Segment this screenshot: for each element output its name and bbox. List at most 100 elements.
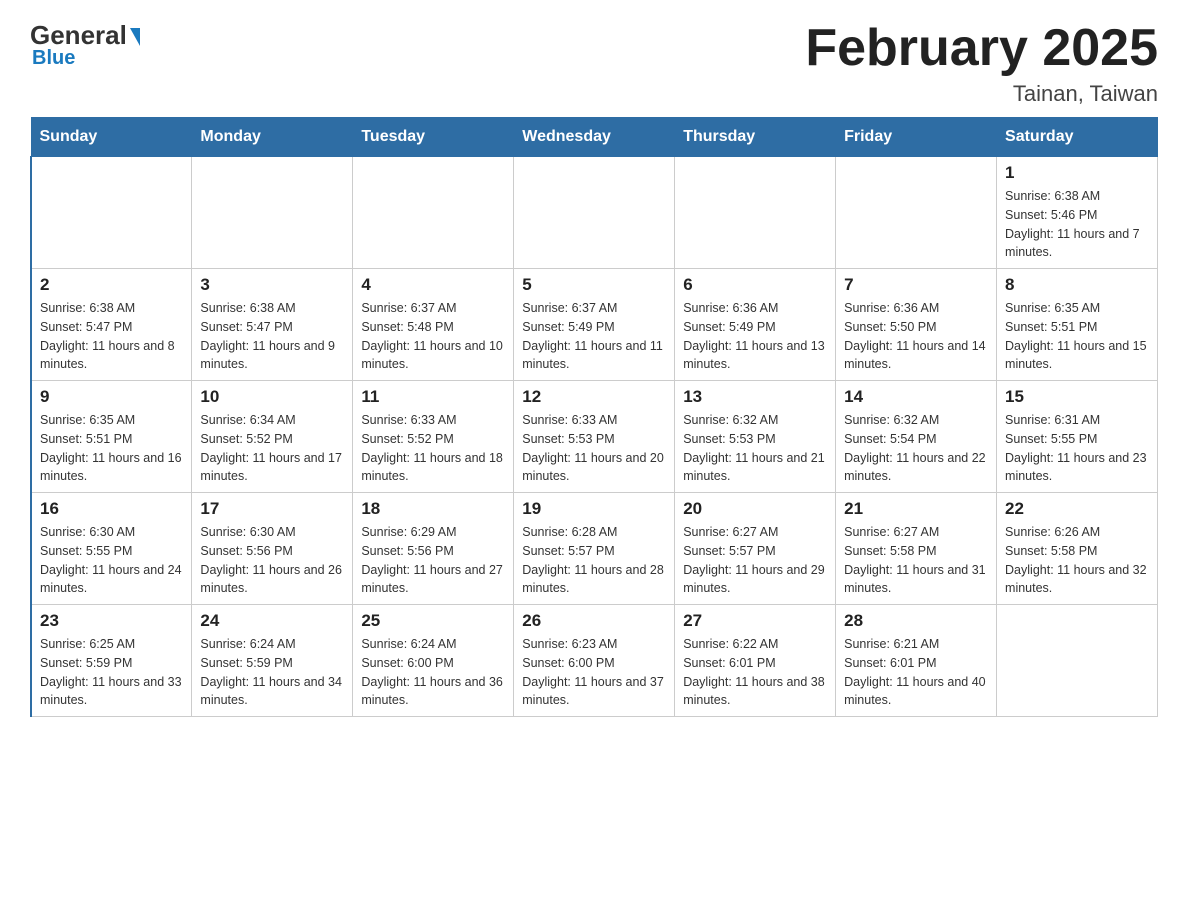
day-info: Sunrise: 6:34 AMSunset: 5:52 PMDaylight:…: [200, 411, 344, 486]
logo: General Blue: [30, 20, 140, 70]
day-info: Sunrise: 6:22 AMSunset: 6:01 PMDaylight:…: [683, 635, 827, 710]
calendar-day-cell: [997, 605, 1158, 717]
calendar-day-cell: 8Sunrise: 6:35 AMSunset: 5:51 PMDaylight…: [997, 269, 1158, 381]
main-title: February 2025: [805, 20, 1158, 77]
page-header: General Blue February 2025 Tainan, Taiwa…: [30, 20, 1158, 107]
calendar-header-row: SundayMondayTuesdayWednesdayThursdayFrid…: [31, 118, 1158, 157]
day-number: 8: [1005, 275, 1149, 295]
calendar-week-row: 1 Sunrise: 6:38 AMSunset: 5:46 PMDaylight…: [31, 157, 1158, 269]
calendar-day-header: Friday: [836, 118, 997, 157]
calendar-day-cell: 3 Sunrise: 6:38 AMSunset: 5:47 PMDaylight…: [192, 269, 353, 381]
day-info: Sunrise: 6:33 AMSunset: 5:53 PMDaylight:…: [522, 411, 666, 486]
day-info: Sunrise: 6:32 AMSunset: 5:54 PMDaylight:…: [844, 411, 988, 486]
calendar-day-cell: 20 Sunrise: 6:27 AMSunset: 5:57 PMDayligh…: [675, 493, 836, 605]
calendar-day-cell: 23 Sunrise: 6:25 AMSunset: 5:59 PMDayligh…: [31, 605, 192, 717]
calendar-day-cell: 1 Sunrise: 6:38 AMSunset: 5:46 PMDaylight…: [997, 157, 1158, 269]
logo-blue-text: Blue: [32, 47, 75, 70]
day-info: Sunrise: 6:38 AMSunset: 5:47 PMDaylight:…: [40, 299, 183, 374]
calendar-day-cell: 24 Sunrise: 6:24 AMSunset: 5:59 PMDayligh…: [192, 605, 353, 717]
day-info: Sunrise: 6:27 AMSunset: 5:57 PMDaylight:…: [683, 523, 827, 598]
calendar-day-cell: 21 Sunrise: 6:27 AMSunset: 5:58 PMDayligh…: [836, 493, 997, 605]
day-info: Sunrise: 6:32 AMSunset: 5:53 PMDaylight:…: [683, 411, 827, 486]
day-info: Sunrise: 6:37 AMSunset: 5:49 PMDaylight:…: [522, 299, 666, 374]
calendar-day-cell: 27 Sunrise: 6:22 AMSunset: 6:01 PMDayligh…: [675, 605, 836, 717]
calendar-day-header: Tuesday: [353, 118, 514, 157]
day-info: Sunrise: 6:38 AMSunset: 5:46 PMDaylight:…: [1005, 187, 1149, 262]
day-number: 12: [522, 387, 666, 407]
calendar-week-row: 9 Sunrise: 6:35 AMSunset: 5:51 PMDaylight…: [31, 381, 1158, 493]
day-info: Sunrise: 6:26 AMSunset: 5:58 PMDaylight:…: [1005, 523, 1149, 598]
calendar-day-header: Wednesday: [514, 118, 675, 157]
calendar-day-cell: 22 Sunrise: 6:26 AMSunset: 5:58 PMDayligh…: [997, 493, 1158, 605]
calendar-day-cell: [31, 157, 192, 269]
day-info: Sunrise: 6:30 AMSunset: 5:56 PMDaylight:…: [200, 523, 344, 598]
day-info: Sunrise: 6:37 AMSunset: 5:48 PMDaylight:…: [361, 299, 505, 374]
day-number: 11: [361, 387, 505, 407]
calendar-day-cell: 11 Sunrise: 6:33 AMSunset: 5:52 PMDayligh…: [353, 381, 514, 493]
day-number: 21: [844, 499, 988, 519]
day-info: Sunrise: 6:38 AMSunset: 5:47 PMDaylight:…: [200, 299, 344, 374]
day-info: Sunrise: 6:28 AMSunset: 5:57 PMDaylight:…: [522, 523, 666, 598]
day-info: Sunrise: 6:23 AMSunset: 6:00 PMDaylight:…: [522, 635, 666, 710]
calendar-day-cell: 16 Sunrise: 6:30 AMSunset: 5:55 PMDayligh…: [31, 493, 192, 605]
day-number: 24: [200, 611, 344, 631]
calendar-day-cell: 12 Sunrise: 6:33 AMSunset: 5:53 PMDayligh…: [514, 381, 675, 493]
calendar-day-cell: 6Sunrise: 6:36 AMSunset: 5:49 PMDaylight…: [675, 269, 836, 381]
day-info: Sunrise: 6:21 AMSunset: 6:01 PMDaylight:…: [844, 635, 988, 710]
calendar-day-cell: 26 Sunrise: 6:23 AMSunset: 6:00 PMDayligh…: [514, 605, 675, 717]
day-info: Sunrise: 6:24 AMSunset: 6:00 PMDaylight:…: [361, 635, 505, 710]
day-info: Sunrise: 6:31 AMSunset: 5:55 PMDaylight:…: [1005, 411, 1149, 486]
calendar-day-cell: 2 Sunrise: 6:38 AMSunset: 5:47 PMDaylight…: [31, 269, 192, 381]
day-number: 28: [844, 611, 988, 631]
day-info: Sunrise: 6:29 AMSunset: 5:56 PMDaylight:…: [361, 523, 505, 598]
location-subtitle: Tainan, Taiwan: [805, 81, 1158, 107]
day-number: 27: [683, 611, 827, 631]
calendar-day-header: Saturday: [997, 118, 1158, 157]
calendar-day-cell: 15 Sunrise: 6:31 AMSunset: 5:55 PMDayligh…: [997, 381, 1158, 493]
day-number: 9: [40, 387, 183, 407]
calendar-day-cell: 17 Sunrise: 6:30 AMSunset: 5:56 PMDayligh…: [192, 493, 353, 605]
day-number: 7: [844, 275, 988, 295]
day-number: 22: [1005, 499, 1149, 519]
day-number: 6: [683, 275, 827, 295]
calendar-day-cell: [836, 157, 997, 269]
day-number: 13: [683, 387, 827, 407]
day-number: 26: [522, 611, 666, 631]
day-number: 19: [522, 499, 666, 519]
calendar-table: SundayMondayTuesdayWednesdayThursdayFrid…: [30, 117, 1158, 717]
calendar-day-header: Sunday: [31, 118, 192, 157]
calendar-day-cell: [675, 157, 836, 269]
calendar-day-cell: 18Sunrise: 6:29 AMSunset: 5:56 PMDayligh…: [353, 493, 514, 605]
calendar-day-cell: 25 Sunrise: 6:24 AMSunset: 6:00 PMDayligh…: [353, 605, 514, 717]
calendar-day-cell: 13 Sunrise: 6:32 AMSunset: 5:53 PMDayligh…: [675, 381, 836, 493]
day-info: Sunrise: 6:36 AMSunset: 5:50 PMDaylight:…: [844, 299, 988, 374]
title-block: February 2025 Tainan, Taiwan: [805, 20, 1158, 107]
day-info: Sunrise: 6:33 AMSunset: 5:52 PMDaylight:…: [361, 411, 505, 486]
calendar-week-row: 16 Sunrise: 6:30 AMSunset: 5:55 PMDayligh…: [31, 493, 1158, 605]
day-number: 14: [844, 387, 988, 407]
day-number: 2: [40, 275, 183, 295]
day-info: Sunrise: 6:35 AMSunset: 5:51 PMDaylight:…: [40, 411, 183, 486]
day-info: Sunrise: 6:25 AMSunset: 5:59 PMDaylight:…: [40, 635, 183, 710]
calendar-day-cell: 10 Sunrise: 6:34 AMSunset: 5:52 PMDayligh…: [192, 381, 353, 493]
calendar-day-cell: 4Sunrise: 6:37 AMSunset: 5:48 PMDaylight…: [353, 269, 514, 381]
day-info: Sunrise: 6:24 AMSunset: 5:59 PMDaylight:…: [200, 635, 344, 710]
day-number: 15: [1005, 387, 1149, 407]
calendar-day-header: Monday: [192, 118, 353, 157]
calendar-day-header: Thursday: [675, 118, 836, 157]
calendar-day-cell: 19 Sunrise: 6:28 AMSunset: 5:57 PMDayligh…: [514, 493, 675, 605]
calendar-day-cell: [353, 157, 514, 269]
day-info: Sunrise: 6:27 AMSunset: 5:58 PMDaylight:…: [844, 523, 988, 598]
day-number: 17: [200, 499, 344, 519]
calendar-week-row: 2 Sunrise: 6:38 AMSunset: 5:47 PMDaylight…: [31, 269, 1158, 381]
day-number: 25: [361, 611, 505, 631]
calendar-day-cell: 5Sunrise: 6:37 AMSunset: 5:49 PMDaylight…: [514, 269, 675, 381]
day-number: 3: [200, 275, 344, 295]
day-info: Sunrise: 6:30 AMSunset: 5:55 PMDaylight:…: [40, 523, 183, 598]
day-number: 16: [40, 499, 183, 519]
day-number: 10: [200, 387, 344, 407]
calendar-day-cell: 28 Sunrise: 6:21 AMSunset: 6:01 PMDayligh…: [836, 605, 997, 717]
day-number: 1: [1005, 163, 1149, 183]
day-number: 20: [683, 499, 827, 519]
day-number: 23: [40, 611, 183, 631]
